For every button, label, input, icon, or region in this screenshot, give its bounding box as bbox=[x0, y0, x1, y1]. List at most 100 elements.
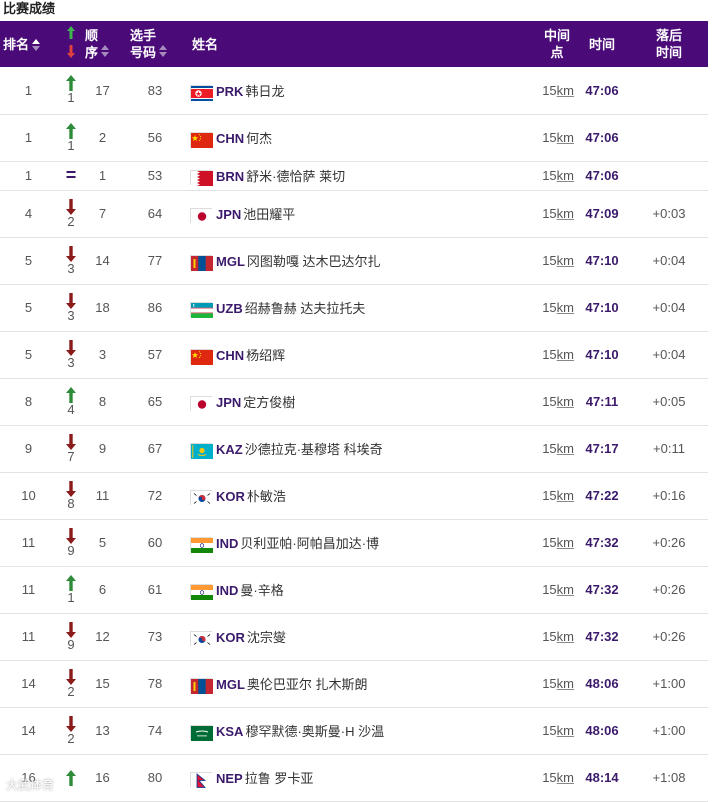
bib-cell: 74 bbox=[147, 723, 163, 738]
position-change-cell: 2 bbox=[57, 707, 85, 754]
athlete-name[interactable]: 何杰 bbox=[246, 131, 272, 146]
order-cell: 13 bbox=[95, 723, 110, 738]
split-cell: 15km bbox=[542, 582, 574, 597]
country-code: IND bbox=[216, 582, 239, 598]
rank-cell: 4 bbox=[24, 206, 33, 221]
athlete-cell: JPN 定方俊樹 bbox=[190, 378, 540, 425]
rank-header[interactable]: 排名 bbox=[0, 21, 57, 67]
rank-cell: 5 bbox=[24, 300, 33, 315]
athlete-name[interactable]: 韩日龙 bbox=[245, 84, 284, 99]
athlete-name[interactable]: 穆罕默德·奥斯曼·H 沙温 bbox=[245, 724, 384, 739]
athlete-cell: IND 贝利亚帕·阿帕昌加达·博 bbox=[190, 519, 540, 566]
athlete-name[interactable]: 杨绍辉 bbox=[246, 348, 285, 363]
split-cell: 15km bbox=[542, 535, 574, 550]
country-code: IND bbox=[216, 535, 239, 551]
time-header: 时间 bbox=[588, 36, 615, 52]
position-change-cell: 3 bbox=[57, 331, 85, 378]
country-code: JPN bbox=[216, 206, 242, 222]
time-cell: 47:17 bbox=[585, 441, 619, 456]
ind-flag-icon bbox=[190, 584, 213, 601]
position-change-cell bbox=[57, 754, 85, 801]
rank-cell: 14 bbox=[21, 676, 36, 691]
up-arrow-icon bbox=[66, 122, 76, 139]
position-change-cell: 9 bbox=[57, 519, 85, 566]
country-code: UZB bbox=[216, 300, 243, 316]
down-arrow-icon bbox=[66, 715, 76, 732]
table-row: 8 4 8 65 JPN 定方俊樹 15km 47:11 +0:05 bbox=[0, 378, 708, 425]
athlete-name[interactable]: 定方俊樹 bbox=[243, 395, 295, 410]
order-cell: 6 bbox=[98, 582, 107, 597]
rank-cell: 5 bbox=[24, 347, 33, 362]
table-row: 5 3 14 77 MGL 冈图勒嘎 达木巴达尔扎 15km 47:10 +0:04 bbox=[0, 237, 708, 284]
table-row: 11 1 6 61 IND 曼·辛格 15km 47:32 +0:26 bbox=[0, 566, 708, 613]
chn-flag-icon bbox=[190, 132, 213, 149]
behind-cell: +1:00 bbox=[652, 723, 686, 738]
athlete-name[interactable]: 沙德拉克·基穆塔 科埃奇 bbox=[245, 442, 383, 457]
sort-icon[interactable] bbox=[32, 39, 41, 52]
athlete-name[interactable]: 池田耀平 bbox=[243, 207, 295, 222]
sort-icon[interactable] bbox=[101, 45, 110, 57]
table-row: 16 16 80 NEP 拉鲁 罗卡亚 15km 48:14 +1:08 bbox=[0, 754, 708, 801]
position-change-header bbox=[57, 21, 85, 67]
athlete-cell: KAZ 沙德拉克·基穆塔 科埃奇 bbox=[190, 425, 540, 472]
sort-icon[interactable] bbox=[159, 45, 168, 57]
athlete-name[interactable]: 贝利亚帕·阿帕昌加达·博 bbox=[240, 536, 379, 551]
athlete-name[interactable]: 奥伦巴亚尔 扎木斯朗 bbox=[247, 677, 368, 692]
country-code: KOR bbox=[216, 488, 245, 504]
athlete-name[interactable]: 拉鲁 罗卡亚 bbox=[245, 771, 314, 786]
order-cell: 5 bbox=[98, 535, 107, 550]
order-header[interactable]: 顺序 bbox=[85, 21, 120, 67]
bib-cell: 57 bbox=[147, 347, 163, 362]
split-cell: 15km bbox=[542, 676, 574, 691]
athlete-name[interactable]: 绍赫鲁赫 达夫拉托夫 bbox=[245, 301, 366, 316]
rank-cell: 1 bbox=[24, 168, 33, 183]
rank-cell: 8 bbox=[24, 394, 33, 409]
athlete-name[interactable]: 朴敏浩 bbox=[247, 489, 286, 504]
bib-cell: 67 bbox=[147, 441, 163, 456]
order-cell: 3 bbox=[98, 347, 107, 362]
athlete-name[interactable]: 舒米·德恰萨 莱切 bbox=[246, 169, 345, 184]
jpn-flag-icon bbox=[190, 208, 213, 225]
table-row: 14 2 15 78 MGL 奥伦巴亚尔 扎木斯朗 15km 48:06 +1:00 bbox=[0, 660, 708, 707]
up-down-arrows-icon bbox=[67, 26, 75, 58]
down-arrow-icon bbox=[66, 527, 76, 544]
behind-cell bbox=[630, 114, 708, 161]
position-change-value: 9 bbox=[67, 542, 75, 558]
behind-cell bbox=[630, 67, 708, 114]
rank-cell: 11 bbox=[21, 535, 36, 550]
down-arrow-icon bbox=[66, 198, 76, 215]
behind-cell: +0:16 bbox=[652, 488, 686, 503]
uzb-flag-icon bbox=[190, 302, 213, 319]
table-row: 11 9 5 60 IND 贝利亚帕·阿帕昌加达·博 15km 47:32 +0:26 bbox=[0, 519, 708, 566]
order-cell: 18 bbox=[95, 300, 110, 315]
bib-header[interactable]: 选手 号码 bbox=[120, 21, 190, 67]
athlete-cell: MGL 冈图勒嘎 达木巴达尔扎 bbox=[190, 237, 540, 284]
time-cell: 47:32 bbox=[585, 535, 619, 550]
bib-cell: 73 bbox=[147, 629, 163, 644]
time-cell: 47:09 bbox=[585, 206, 619, 221]
behind-cell: +0:26 bbox=[652, 582, 686, 597]
table-row: 1 1 2 56 CHN 何杰 15km 47:06 bbox=[0, 114, 708, 161]
bib-cell: 56 bbox=[147, 130, 163, 145]
athlete-name[interactable]: 沈宗燮 bbox=[247, 630, 286, 645]
rank-cell: 14 bbox=[21, 723, 36, 738]
section-title: 比赛成绩 bbox=[3, 1, 56, 16]
split-cell: 15km bbox=[542, 770, 574, 785]
table-row: 4 2 7 64 JPN 池田耀平 15km 47:09 +0:03 bbox=[0, 190, 708, 237]
rank-cell: 5 bbox=[24, 253, 33, 268]
order-cell: 9 bbox=[98, 441, 107, 456]
country-code: KSA bbox=[216, 723, 244, 739]
order-cell: 2 bbox=[98, 130, 107, 145]
athlete-name[interactable]: 曼·辛格 bbox=[240, 583, 283, 598]
behind-cell bbox=[630, 161, 708, 190]
table-row: 9 7 9 67 KAZ 沙德拉克·基穆塔 科埃奇 15km 47:17 +0:11 bbox=[0, 425, 708, 472]
split-cell: 15km bbox=[542, 168, 574, 183]
position-change-cell: 2 bbox=[57, 660, 85, 707]
time-cell: 47:32 bbox=[585, 582, 619, 597]
order-cell: 11 bbox=[95, 488, 110, 503]
position-change-value: 2 bbox=[67, 213, 75, 229]
athlete-name[interactable]: 冈图勒嘎 达木巴达尔扎 bbox=[247, 254, 381, 269]
country-code: KOR bbox=[216, 629, 245, 645]
ksa-flag-icon bbox=[190, 725, 213, 742]
order-cell: 1 bbox=[98, 168, 107, 183]
